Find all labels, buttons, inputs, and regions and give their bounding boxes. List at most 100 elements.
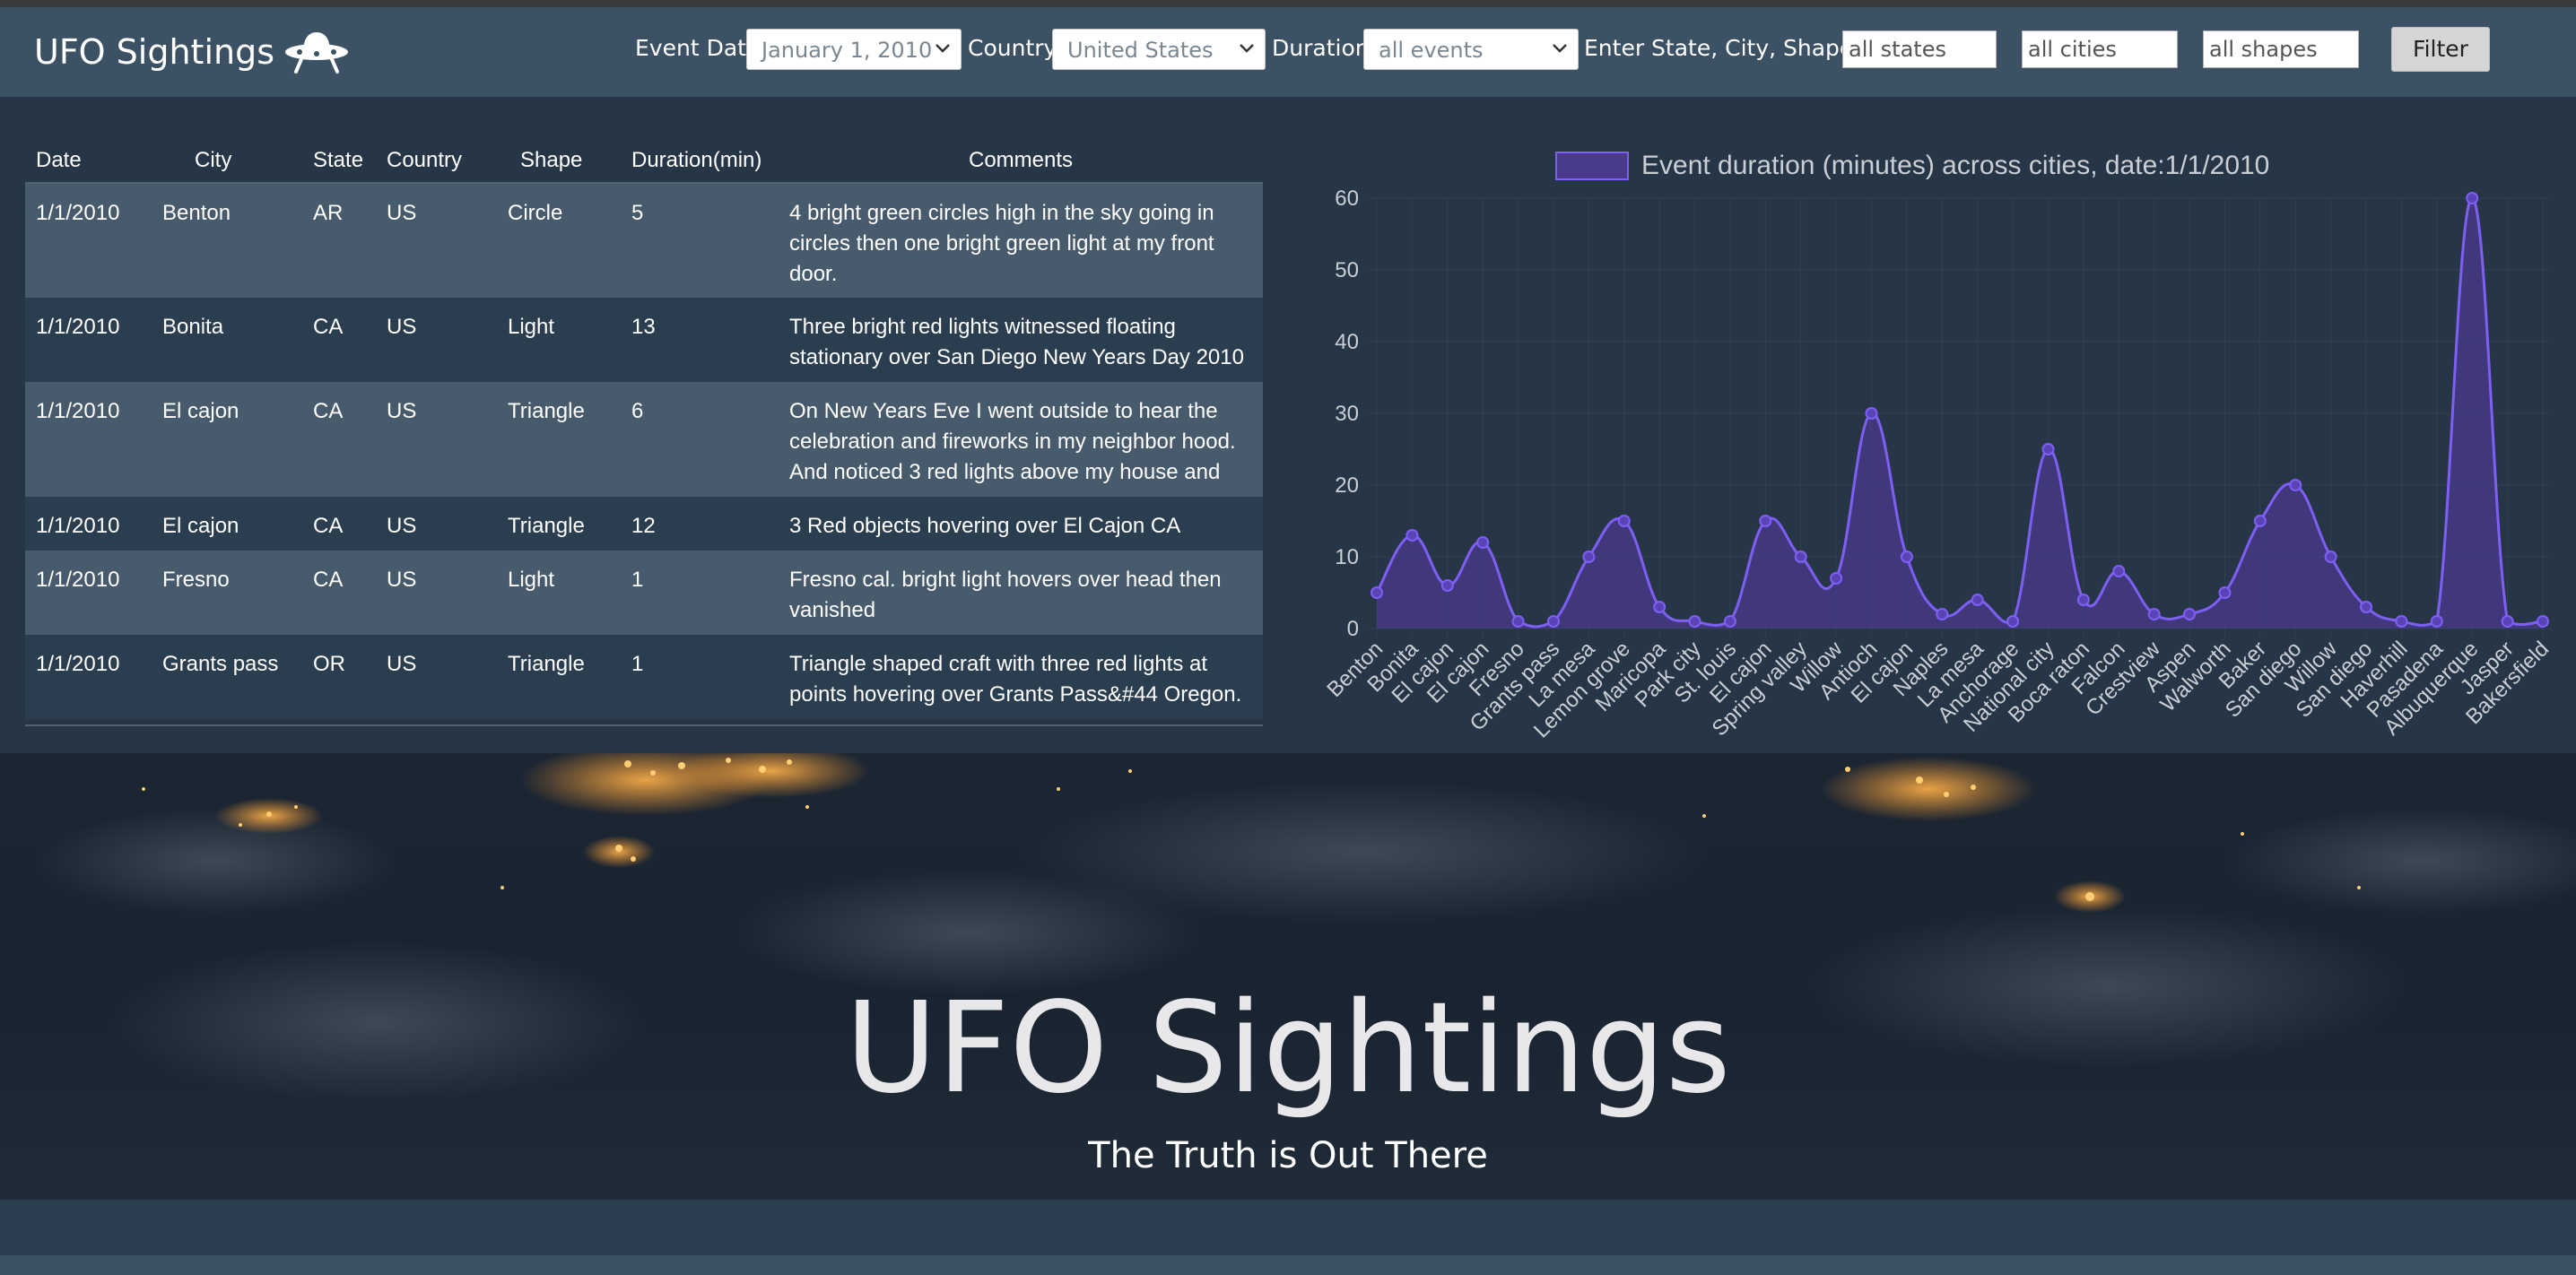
event-date-select[interactable]: January 1, 2010 [746,29,962,70]
data-point [1794,551,1807,563]
cell-comment: Three bright red lights witnessed floati… [779,298,1263,382]
data-point [2183,608,2197,620]
data-point [2537,615,2549,628]
cell-comment: Fresno cal. bright light hovers over hea… [779,551,1263,635]
filter-button[interactable]: Filter [2391,27,2490,72]
state-input[interactable]: all states [1842,30,1997,68]
cell-date: 1/1/2010 [25,298,152,382]
col-country-header[interactable]: Country [376,143,497,184]
chevron-down-icon [936,44,950,53]
col-date-header[interactable]: Date [25,143,152,184]
data-point [1405,529,1419,542]
event-date-label: Event Date [635,35,761,61]
data-point [2395,615,2408,628]
cell-country: US [376,298,497,382]
hero-subtitle: The Truth is Out There [1088,1135,1488,1176]
data-point [1440,579,1454,592]
brand-title[interactable]: UFO Sightings [34,32,274,72]
cell-country: US [376,551,497,635]
cell-duration: 6 [621,382,779,497]
legend-label: Event duration (minutes) across cities, … [1641,151,2269,180]
data-point [2112,565,2126,577]
event-date-value: January 1, 2010 [761,38,933,63]
y-tick-label: 60 [1335,186,1359,211]
data-point [1723,615,1736,628]
data-point [1511,615,1525,628]
cell-date: 1/1/2010 [25,635,152,719]
y-tick-label: 30 [1335,402,1359,426]
table-row[interactable]: 1/1/2010 El cajon CA US Triangle 6 On Ne… [25,382,1263,497]
col-comments-header[interactable]: Comments [779,143,1263,184]
data-point [1653,601,1667,613]
duration-chart: Event duration (minutes) across cities, … [1322,151,2554,742]
table-row[interactable]: 1/1/2010 Grants pass OR US Triangle 1 Tr… [25,635,1263,719]
bottom-band [0,1200,2576,1255]
data-point [1830,572,1843,585]
col-duration-header[interactable]: Duration(min) [621,143,779,184]
table-row[interactable]: 1/1/2010 Bonita CA US Light 13 Three bri… [25,298,1263,382]
duration-select[interactable]: all events [1363,29,1579,70]
cell-country: US [376,635,497,719]
data-point [2289,479,2302,491]
table-bottom-rule [25,724,1263,726]
data-point [1688,615,1701,628]
cell-state: CA [302,551,376,635]
cell-date: 1/1/2010 [25,497,152,551]
country-value: United States [1067,38,1214,63]
cell-duration: 5 [621,183,779,298]
cell-city: Bonita [152,298,302,382]
city-input[interactable]: all cities [2022,30,2178,68]
cell-comment: Triangle shaped craft with three red lig… [779,635,1263,719]
data-point [1582,551,1596,563]
series-line [1375,196,2544,629]
cell-state: CA [302,298,376,382]
table-row[interactable]: 1/1/2010 Benton AR US Circle 5 4 bright … [25,183,1263,298]
cell-country: US [376,183,497,298]
cell-shape: Triangle [497,497,621,551]
data-point [1476,536,1490,549]
data-point [2430,615,2443,628]
navbar: UFO Sightings Event Date January 1, 2010… [0,7,2576,97]
col-state-header[interactable]: State [302,143,376,184]
duration-value: all events [1379,38,1484,63]
col-city-header[interactable]: City [152,143,302,184]
cell-duration: 1 [621,635,779,719]
cell-state: AR [302,183,376,298]
country-select[interactable]: United States [1052,29,1266,70]
cell-shape: Triangle [497,382,621,497]
y-tick-label: 50 [1335,258,1359,282]
data-point [2466,192,2479,204]
data-point [2253,515,2267,527]
table-row[interactable]: 1/1/2010 Fresno CA US Light 1 Fresno cal… [25,551,1263,635]
y-tick-label: 40 [1335,330,1359,354]
cell-duration: 1 [621,551,779,635]
legend-swatch [1555,152,1629,180]
table-header-row: Date City State Country Shape Duration(m… [25,143,1263,184]
cell-date: 1/1/2010 [25,551,152,635]
shape-input[interactable]: all shapes [2203,30,2359,68]
text-filter-label: Enter State, City, Shape: [1584,35,1861,61]
hero-title: UFO Sightings [845,976,1731,1122]
cell-comment: 4 bright green circles high in the sky g… [779,183,1263,298]
window-top-strip [0,0,2576,7]
cell-city: El cajon [152,497,302,551]
cell-country: US [376,382,497,497]
data-point [2041,443,2055,455]
data-point [1617,515,1631,527]
cell-duration: 13 [621,298,779,382]
data-point [1971,594,1984,606]
col-shape-header[interactable]: Shape [497,143,621,184]
cell-shape: Light [497,551,621,635]
cell-country: US [376,497,497,551]
cell-city: Benton [152,183,302,298]
data-point [2006,615,2020,628]
cell-shape: Triangle [497,635,621,719]
duration-label: Duration [1272,35,1370,61]
data-point [2147,608,2161,620]
data-point [2076,594,2090,606]
table-row[interactable]: 1/1/2010 El cajon CA US Triangle 12 3 Re… [25,497,1263,551]
data-point [1371,586,1383,599]
y-tick-label: 20 [1335,473,1359,498]
y-tick-label: 0 [1347,617,1359,641]
cell-comment: 3 Red objects hovering over El Cajon CA [779,497,1263,551]
